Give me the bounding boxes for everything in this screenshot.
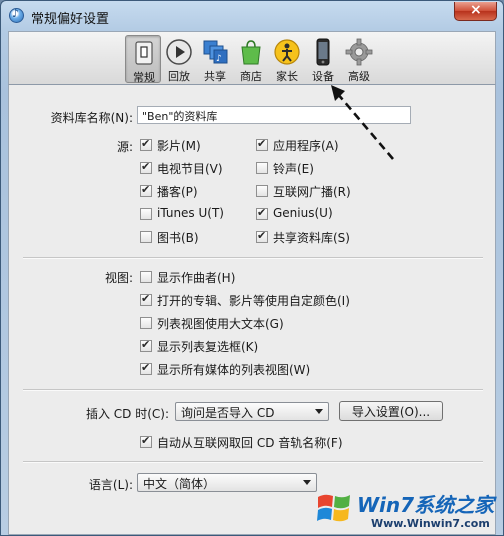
source-shared-label: 共享资料库(S) — [273, 231, 350, 245]
source-movies-label: 影片(M) — [157, 139, 201, 153]
chevron-down-icon — [315, 409, 323, 414]
source-radio-label: 互联网广播(R) — [273, 185, 351, 199]
source-itunesu-label: iTunes U(T) — [157, 206, 224, 220]
source-ringtones-checkbox[interactable] — [256, 162, 268, 174]
tab-advanced[interactable]: 高级 — [341, 35, 377, 83]
source-books-checkbox[interactable] — [140, 231, 152, 243]
windows-logo-icon — [317, 494, 350, 522]
views-label: 视图: — [104, 271, 133, 285]
cd-insert-label: 插入 CD 时(C): — [85, 407, 169, 421]
source-podcasts-checkbox[interactable] — [140, 183, 152, 197]
custom-colors-label: 打开的专辑、影片等使用自定颜色(I) — [157, 294, 350, 308]
list-checkboxes-checkbox[interactable] — [140, 338, 152, 352]
general-settings-panel: 资料库名称(N): "Ben"的资料库 源: 影片(M) 应用程序(A) 电视节… — [8, 85, 496, 535]
playback-icon — [166, 39, 192, 65]
show-composer-label: 显示作曲者(H) — [157, 271, 236, 285]
list-checkboxes-label: 显示列表复选框(K) — [157, 340, 259, 354]
source-genius-checkbox[interactable] — [256, 206, 268, 220]
source-movies-checkbox[interactable] — [140, 137, 152, 151]
large-text-label: 列表视图使用大文本(G) — [157, 317, 284, 331]
itunes-icon — [9, 7, 24, 23]
library-name-label: 资料库名称(N): — [50, 111, 133, 125]
list-view-all-checkbox[interactable] — [140, 361, 152, 375]
close-button[interactable]: × — [454, 2, 497, 21]
source-genius-label: Genius(U) — [273, 206, 333, 220]
source-books-label: 图书(B) — [157, 231, 199, 245]
cd-action-select[interactable]: 询问是否导入 CD — [175, 402, 329, 421]
source-tv-checkbox[interactable] — [140, 160, 152, 174]
custom-colors-checkbox[interactable] — [140, 292, 152, 306]
window-title: 常规偏好设置 — [31, 12, 110, 27]
separator — [23, 389, 483, 391]
source-podcasts-label: 播客(P) — [157, 185, 198, 199]
sources-label: 源: — [116, 140, 133, 154]
annotation-arrow — [331, 85, 394, 160]
auto-fetch-checkbox[interactable] — [140, 434, 152, 448]
show-composer-checkbox[interactable] — [140, 271, 152, 283]
auto-fetch-label: 自动从互联网取回 CD 音轨名称(F) — [157, 436, 343, 450]
source-apps-checkbox[interactable] — [256, 137, 268, 151]
source-radio-checkbox[interactable] — [256, 185, 268, 197]
large-text-checkbox[interactable] — [140, 317, 152, 329]
preferences-toolbar: 常规 回放 ♪ 共享 商店 家长 设备 高级 — [8, 31, 496, 85]
parental-icon — [274, 39, 300, 65]
source-tv-label: 电视节目(V) — [157, 162, 223, 176]
list-view-all-label: 显示所有媒体的列表视图(W) — [157, 363, 311, 377]
source-itunesu-checkbox[interactable] — [140, 208, 152, 220]
chevron-down-icon — [303, 480, 311, 485]
separator — [23, 461, 483, 463]
language-select[interactable]: 中文（简体） — [137, 473, 317, 492]
watermark-url: Www.Winwin7.com — [371, 517, 490, 530]
cd-action-value: 询问是否导入 CD — [181, 406, 275, 420]
source-shared-checkbox[interactable] — [256, 229, 268, 243]
watermark-brand: Win7系统之家 — [357, 493, 495, 517]
store-icon — [241, 40, 261, 65]
svg-text:♪: ♪ — [216, 54, 222, 64]
general-icon — [135, 41, 153, 65]
language-label: 语言(L): — [88, 478, 133, 492]
preferences-window: 常规偏好设置 × 常规 回放 ♪ 共享 — [0, 0, 504, 536]
language-value: 中文（简体） — [143, 477, 216, 491]
device-icon — [316, 38, 330, 66]
close-icon: × — [470, 2, 482, 18]
site-watermark: Win7系统之家 Www.Winwin7.com — [311, 487, 501, 535]
title-bar[interactable]: 常规偏好设置 × — [1, 1, 503, 31]
separator — [23, 257, 483, 259]
sharing-icon: ♪ — [203, 40, 228, 64]
advanced-gear-icon — [345, 38, 373, 66]
import-settings-button[interactable]: 导入设置(O)... — [339, 401, 443, 421]
source-ringtones-label: 铃声(E) — [273, 162, 314, 176]
